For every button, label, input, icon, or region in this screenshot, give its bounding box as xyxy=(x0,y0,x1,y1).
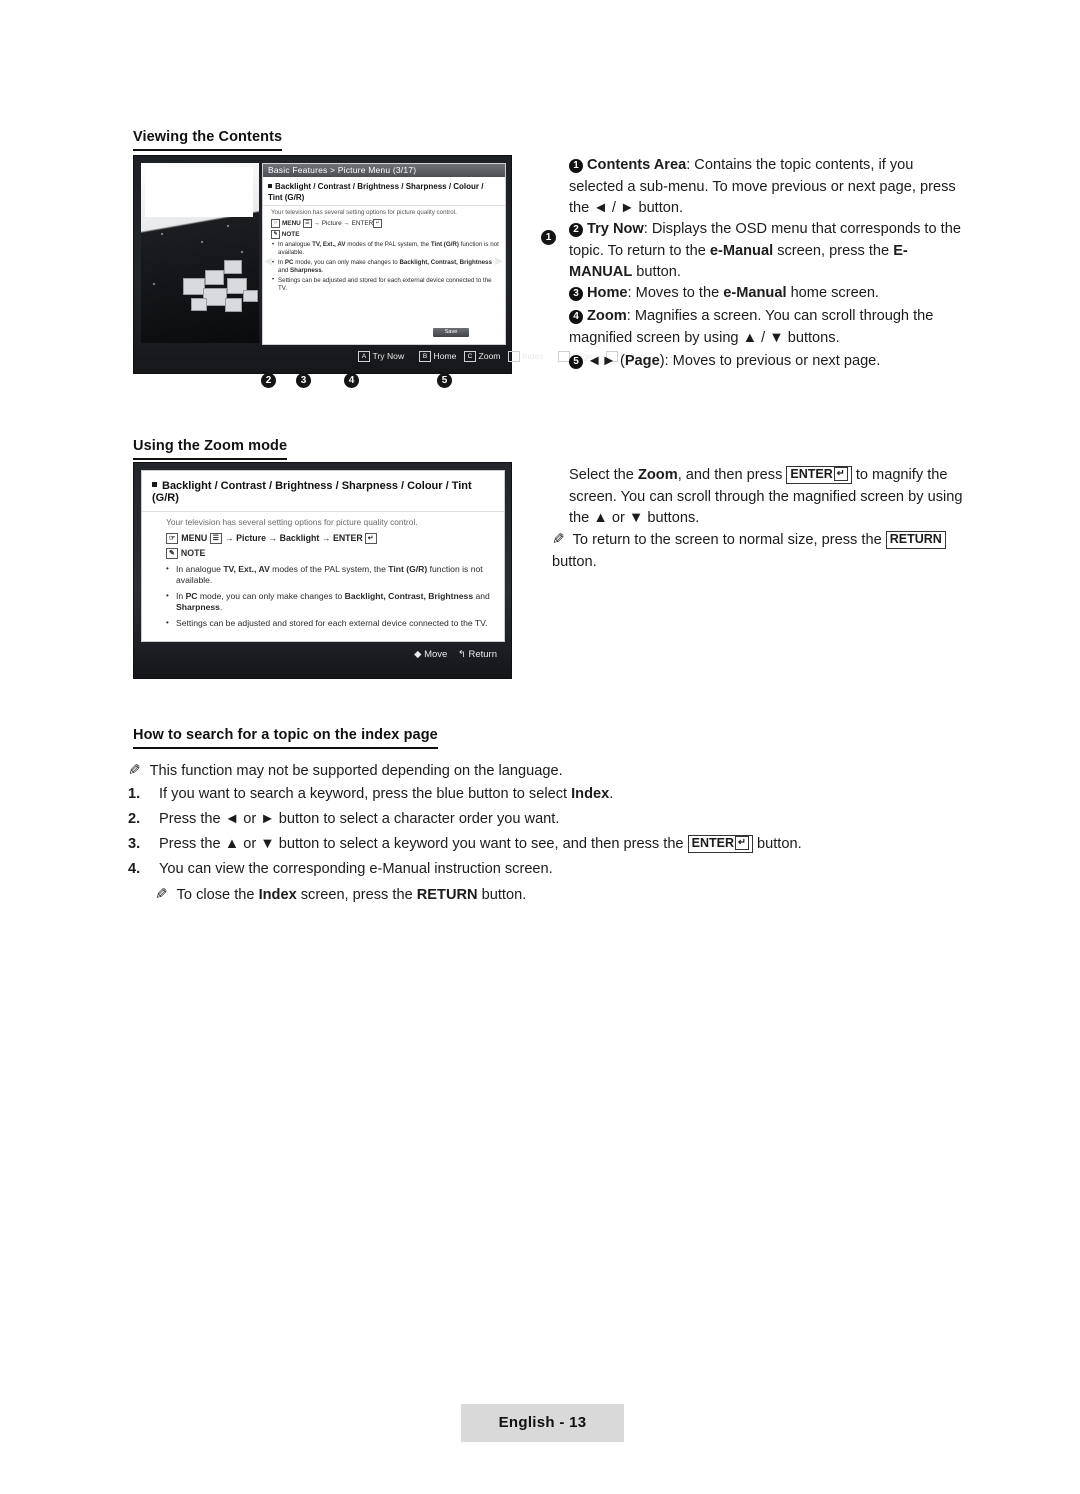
note-pencil-icon: ✎ xyxy=(155,886,168,903)
number-badge-2: 2 xyxy=(569,222,583,237)
note-pencil-icon: ✎ xyxy=(128,762,141,779)
bullet-square-icon xyxy=(268,184,272,188)
enter-button-label: ENTER ↵ xyxy=(786,466,852,484)
zoom-mode-figure: Backlight / Contrast / Brightness / Shar… xyxy=(133,462,512,679)
key-a-icon: A xyxy=(358,351,370,362)
search-step-1-text: If you want to search a keyword, press t… xyxy=(159,786,614,802)
move-control[interactable]: ◆ Move xyxy=(414,649,447,660)
menu-icon: ☰ xyxy=(302,219,313,228)
page-footer: English - 13 xyxy=(461,1404,624,1442)
tv-note-bullet: Settings can be adjusted and stored for … xyxy=(271,276,499,293)
search-step-4-text: You can view the corresponding e-Manual … xyxy=(159,861,553,877)
manual-page: Viewing the Contents Basic Features > Pi… xyxy=(0,0,1080,1494)
zoom-menu-path: ☞ MENU ☰ → Picture → Backlight → ENTER ↵ xyxy=(166,532,494,545)
bar-item-home[interactable]: B Home xyxy=(419,349,456,363)
callout-2: 2 xyxy=(261,373,276,388)
search-step-3-text: Press the ▲ or ▼ button to select a keyw… xyxy=(159,835,802,853)
hand-icon: ☞ xyxy=(271,219,281,228)
note-pencil-icon: ✎ xyxy=(552,531,565,548)
callout-4: 4 xyxy=(344,373,359,388)
number-badge-1: 1 xyxy=(569,158,583,173)
enter-icon: ↵ xyxy=(734,836,749,850)
tv-note-bullet: In PC mode, you can only make changes to… xyxy=(271,259,499,275)
zoom-instruction-paragraph: Select the Zoom, and then press ENTER ↵ t… xyxy=(569,466,963,526)
zoom-content-sheet: Backlight / Contrast / Brightness / Shar… xyxy=(141,470,505,642)
zoom-note-bullet: In analogue TV, Ext., AV modes of the PA… xyxy=(166,563,494,587)
tv-topic-body: Your television has several setting opti… xyxy=(263,206,505,293)
search-step-2-text: Press the ◄ or ► button to select a char… xyxy=(159,811,560,827)
page-title-using-zoom: Using the Zoom mode xyxy=(133,438,288,460)
return-control[interactable]: ↰ Return xyxy=(458,649,497,660)
enter-button-label: ENTER ↵ xyxy=(687,835,753,853)
page-title-viewing-contents: Viewing the Contents xyxy=(133,129,283,151)
zoom-footer-bar: ◆ Move ↰ Return xyxy=(414,649,497,660)
search-step-4: 4. You can view the corresponding e-Manu… xyxy=(128,859,888,880)
callout-1: 1 xyxy=(541,230,556,245)
legend-item-2: 2 Try Now: Displays the OSD menu that cor… xyxy=(569,221,961,280)
enter-icon: ↵ xyxy=(373,219,383,228)
note-icon: ✎ xyxy=(271,230,281,239)
callout-5: 5 xyxy=(437,373,452,388)
number-badge-5: 5 xyxy=(569,354,583,369)
key-b-icon: B xyxy=(419,351,431,362)
bar-item-try-now[interactable]: A Try Now xyxy=(358,349,404,363)
callout-3: 3 xyxy=(296,373,311,388)
search-step-2: 2. Press the ◄ or ► button to select a c… xyxy=(128,809,888,830)
note-icon: ✎ xyxy=(166,548,178,559)
tv-content-screen: Basic Features > Picture Menu (3/17) Bac… xyxy=(262,163,506,345)
sparkle-dot xyxy=(201,241,203,243)
hand-icon: ☞ xyxy=(166,532,179,544)
enter-icon: ↵ xyxy=(364,532,377,544)
zoom-note-bullet: Settings can be adjusted and stored for … xyxy=(166,617,494,630)
legend-item-4: 4 Zoom: Magnifies a screen. You can scrol… xyxy=(569,308,934,346)
zoom-lead-text: Your television has several setting opti… xyxy=(166,517,418,527)
tv-screen-figure: Basic Features > Picture Menu (3/17) Bac… xyxy=(133,155,635,374)
key-d-icon: D xyxy=(508,351,520,362)
zoom-note-label: ✎ NOTE xyxy=(166,548,494,560)
search-language-note: ✎ This function may not be supported dep… xyxy=(128,762,563,779)
save-button[interactable]: Save xyxy=(433,328,469,337)
search-close-note: ✎ To close the Index screen, press the R… xyxy=(155,886,527,903)
bar-item-zoom[interactable]: C Zoom xyxy=(464,349,500,363)
tv-thumbnail-cluster xyxy=(183,258,261,316)
tv-left-panel-highlight xyxy=(145,167,253,217)
number-badge-3: 3 xyxy=(569,286,583,301)
page-title-how-to-search: How to search for a topic on the index p… xyxy=(133,727,438,749)
sparkle-dot xyxy=(241,251,243,253)
legend-item-3: 3 Home: Moves to the e-Manual home screen… xyxy=(569,283,969,305)
return-button-label: RETURN xyxy=(885,531,946,549)
zoom-note-bullet: In PC mode, you can only make changes to… xyxy=(166,590,494,614)
bullet-square-icon xyxy=(152,482,157,487)
search-step-1: 1. If you want to search a keyword, pres… xyxy=(128,784,888,805)
legend-item-1: 1 Contents Area: Contains the topic conte… xyxy=(569,157,956,216)
sparkle-dot xyxy=(161,233,163,235)
tv-note-bullet: In analogue TV, Ext., AV modes of the PA… xyxy=(271,241,499,257)
zoom-return-note: ✎ To return to the screen to normal size… xyxy=(552,530,972,573)
tv-button-bar: A Try Now B Home C Zoom D Index ◂▸ Page ↵| Exi… xyxy=(134,349,635,363)
search-step-3: 3. Press the ▲ or ▼ button to select a k… xyxy=(128,834,908,855)
zoom-topic-title: Backlight / Contrast / Brightness / Shar… xyxy=(142,471,504,512)
tv-breadcrumb-bar: Basic Features > Picture Menu (3/17) xyxy=(263,164,505,177)
key-c-icon: C xyxy=(464,351,476,362)
tv-left-panel xyxy=(141,163,259,343)
zoom-topic-body: Your television has several setting opti… xyxy=(142,512,504,629)
next-page-arrow-icon[interactable]: ▶ xyxy=(495,256,503,267)
tv-note-label: ✎ NOTE xyxy=(271,230,499,239)
sparkle-dot xyxy=(153,283,155,285)
tv-menu-path: ☞ MENU ☰ → Picture → ENTER ↵ xyxy=(271,219,499,228)
sparkle-dot xyxy=(227,225,229,227)
number-badge-4: 4 xyxy=(569,309,583,324)
tv-lead-text: Your television has several setting opti… xyxy=(271,209,457,216)
prev-page-arrow-icon[interactable]: ◀ xyxy=(264,256,272,267)
menu-icon: ☰ xyxy=(209,532,222,544)
legend-item-5: 5 ◄► (Page): Moves to previous or next pa… xyxy=(569,351,969,373)
tv-topic-title: Backlight / Contrast / Brightness / Shar… xyxy=(263,177,505,206)
enter-icon: ↵ xyxy=(833,467,848,481)
bar-item-index[interactable]: D Index xyxy=(508,349,544,363)
